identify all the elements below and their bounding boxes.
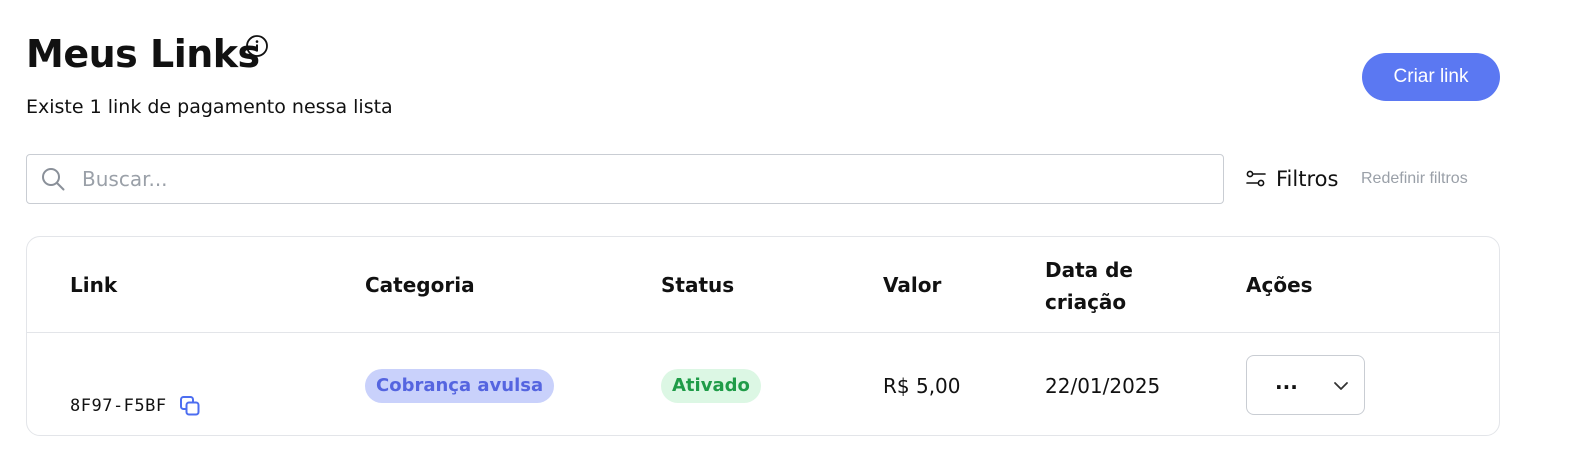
info-icon[interactable] bbox=[245, 34, 269, 58]
filters-label: Filtros bbox=[1276, 167, 1339, 191]
column-header-status: Status bbox=[661, 273, 735, 297]
filters-button[interactable]: Filtros bbox=[1244, 164, 1338, 194]
page: Meus Links Existe 1 link de pagamento ne… bbox=[0, 0, 1585, 467]
page-subtitle: Existe 1 link de pagamento nessa lista bbox=[26, 96, 393, 118]
column-header-category: Categoria bbox=[365, 273, 475, 297]
value-cell: R$ 5,00 bbox=[883, 374, 961, 398]
table-header-row: Link Categoria Status Valor Data de cria… bbox=[27, 237, 1499, 333]
page-title: Meus Links bbox=[26, 32, 260, 76]
chevron-down-icon bbox=[1334, 382, 1348, 390]
link-id: 8F97-F5BF bbox=[70, 396, 167, 416]
column-header-actions: Ações bbox=[1246, 273, 1313, 297]
column-header-link: Link bbox=[70, 273, 118, 297]
category-badge: Cobrança avulsa bbox=[365, 369, 555, 403]
column-header-value: Valor bbox=[883, 273, 942, 297]
copy-icon[interactable] bbox=[178, 394, 202, 418]
search-box[interactable] bbox=[26, 154, 1224, 204]
sliders-icon bbox=[1246, 170, 1266, 187]
reset-filters-link[interactable]: Redefinir filtros bbox=[1361, 169, 1468, 189]
column-header-created-date: Data de criação bbox=[1045, 258, 1133, 314]
search-icon bbox=[42, 168, 65, 191]
links-table: Link Categoria Status Valor Data de cria… bbox=[26, 236, 1500, 436]
actions-dropdown-value: ... bbox=[1275, 370, 1298, 394]
search-input[interactable] bbox=[82, 155, 1223, 203]
status-badge: Ativado bbox=[661, 369, 761, 403]
create-link-button[interactable]: Criar link bbox=[1362, 53, 1500, 101]
actions-dropdown[interactable]: ... bbox=[1246, 355, 1365, 415]
created-date-cell: 22/01/2025 bbox=[1045, 374, 1161, 398]
